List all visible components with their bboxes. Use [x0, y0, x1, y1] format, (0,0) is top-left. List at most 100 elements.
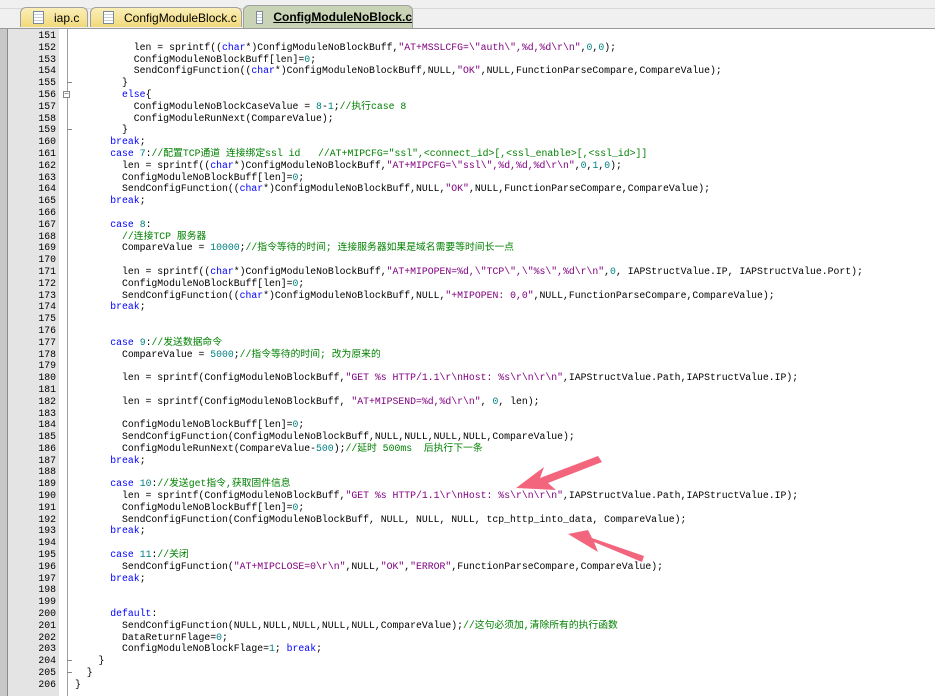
code-line[interactable]: 172 ConfigModuleNoBlockBuff[len]=0;	[0, 278, 935, 290]
code-line[interactable]: 173 SendConfigFunction((char*)ConfigModu…	[0, 290, 935, 302]
code-content[interactable]: break;	[75, 455, 145, 467]
code-content[interactable]: case 10://发送get指令,获取固件信息	[75, 478, 290, 490]
code-content[interactable]: case 7://配置TCP通道 连接绑定ssl id //AT+MIPCFG=…	[75, 148, 647, 160]
code-content[interactable]: ConfigModuleNoBlockBuff[len]=0;	[75, 419, 304, 431]
code-content[interactable]: SendConfigFunction((char*)ConfigModuleNo…	[75, 290, 775, 302]
code-line[interactable]: 156− else{	[0, 89, 935, 101]
code-line[interactable]: 160 break;	[0, 136, 935, 148]
code-line[interactable]: 167 case 8:	[0, 219, 935, 231]
code-line[interactable]: 158 ConfigModuleRunNext(CompareValue);	[0, 113, 935, 125]
code-line[interactable]: 201 SendConfigFunction(NULL,NULL,NULL,NU…	[0, 620, 935, 632]
code-content[interactable]: }	[75, 124, 128, 136]
code-line[interactable]: 171 len = sprintf((char*)ConfigModuleNoB…	[0, 266, 935, 278]
code-line[interactable]: 174 break;	[0, 301, 935, 313]
code-line[interactable]: 176	[0, 325, 935, 337]
code-line[interactable]: 164 SendConfigFunction((char*)ConfigModu…	[0, 183, 935, 195]
code-line[interactable]: 161 case 7://配置TCP通道 连接绑定ssl id //AT+MIP…	[0, 148, 935, 160]
code-line[interactable]: 165 break;	[0, 195, 935, 207]
code-content[interactable]: }	[75, 667, 93, 679]
code-content[interactable]: break;	[75, 573, 145, 585]
code-content[interactable]: SendConfigFunction("AT+MIPCLOSE=0\r\n",N…	[75, 561, 663, 573]
code-line[interactable]: 154 SendConfigFunction((char*)ConfigModu…	[0, 65, 935, 77]
code-line[interactable]: 168 //连接TCP 服务器	[0, 231, 935, 243]
code-line[interactable]: 197 break;	[0, 573, 935, 585]
code-line[interactable]: 166	[0, 207, 935, 219]
code-content[interactable]: ConfigModuleNoBlockBuff[len]=0;	[75, 502, 304, 514]
code-line[interactable]: 191 ConfigModuleNoBlockBuff[len]=0;	[0, 502, 935, 514]
code-content[interactable]: len = sprintf(ConfigModuleNoBlockBuff,"G…	[75, 372, 798, 384]
code-content[interactable]: SendConfigFunction(ConfigModuleNoBlockBu…	[75, 514, 686, 526]
code-content[interactable]: DataReturnFlage=0;	[75, 632, 228, 644]
code-content[interactable]: len = sprintf(ConfigModuleNoBlockBuff, "…	[75, 396, 539, 408]
code-content[interactable]: else{	[75, 89, 151, 101]
code-line[interactable]: 189 case 10://发送get指令,获取固件信息	[0, 478, 935, 490]
code-content[interactable]: len = sprintf((char*)ConfigModuleNoBlock…	[75, 42, 616, 54]
code-line[interactable]: 151	[0, 30, 935, 42]
code-content[interactable]: }	[75, 655, 105, 667]
code-line[interactable]: 202 DataReturnFlage=0;	[0, 632, 935, 644]
code-content[interactable]: case 9://发送数据命令	[75, 337, 222, 349]
code-line[interactable]: 182 len = sprintf(ConfigModuleNoBlockBuf…	[0, 396, 935, 408]
code-content[interactable]: SendConfigFunction(ConfigModuleNoBlockBu…	[75, 431, 575, 443]
code-content[interactable]: ConfigModuleNoBlockBuff[len]=0;	[75, 172, 304, 184]
code-line[interactable]: 187 break;	[0, 455, 935, 467]
code-line[interactable]: 162 len = sprintf((char*)ConfigModuleNoB…	[0, 160, 935, 172]
code-line[interactable]: 190 len = sprintf(ConfigModuleNoBlockBuf…	[0, 490, 935, 502]
code-content[interactable]: case 8:	[75, 219, 151, 231]
code-line[interactable]: 205 }	[0, 667, 935, 679]
code-content[interactable]: ConfigModuleRunNext(CompareValue-500);//…	[75, 443, 483, 455]
code-content[interactable]: break;	[75, 195, 145, 207]
fold-collapse-icon[interactable]: −	[63, 90, 70, 98]
code-line[interactable]: 152 len = sprintf((char*)ConfigModuleNoB…	[0, 42, 935, 54]
code-line[interactable]: 170	[0, 254, 935, 266]
code-lines[interactable]: 151 152 len = sprintf((char*)ConfigModule…	[0, 30, 935, 691]
code-line[interactable]: 157 ConfigModuleNoBlockCaseValue = 8-1;/…	[0, 101, 935, 113]
code-line[interactable]: 175	[0, 313, 935, 325]
tab-configmodulenoblock-c[interactable]: ConfigModuleNoBlock.c	[243, 5, 413, 28]
code-line[interactable]: 185 SendConfigFunction(ConfigModuleNoBlo…	[0, 431, 935, 443]
code-content[interactable]: }	[75, 77, 128, 89]
code-content[interactable]: break;	[75, 136, 145, 148]
code-content[interactable]: len = sprintf(ConfigModuleNoBlockBuff,"G…	[75, 490, 798, 502]
code-content[interactable]: CompareValue = 5000;//指令等待的时间; 改为原来的	[75, 349, 381, 361]
code-content[interactable]: SendConfigFunction((char*)ConfigModuleNo…	[75, 65, 722, 77]
tab-iap-c[interactable]: iap.c	[20, 7, 88, 27]
code-content[interactable]: ConfigModuleNoBlockBuff[len]=0;	[75, 54, 316, 66]
code-content[interactable]: ConfigModuleNoBlockCaseValue = 8-1;//执行c…	[75, 101, 406, 113]
code-line[interactable]: 163 ConfigModuleNoBlockBuff[len]=0;	[0, 172, 935, 184]
code-editor[interactable]: 151 152 len = sprintf((char*)ConfigModule…	[0, 29, 935, 696]
code-line[interactable]: 181	[0, 384, 935, 396]
code-content[interactable]: ConfigModuleNoBlockBuff[len]=0;	[75, 278, 304, 290]
code-line[interactable]: 178 CompareValue = 5000;//指令等待的时间; 改为原来的	[0, 349, 935, 361]
code-line[interactable]: 159 }	[0, 124, 935, 136]
code-line[interactable]: 153 ConfigModuleNoBlockBuff[len]=0;	[0, 54, 935, 66]
code-line[interactable]: 184 ConfigModuleNoBlockBuff[len]=0;	[0, 419, 935, 431]
code-line[interactable]: 192 SendConfigFunction(ConfigModuleNoBlo…	[0, 514, 935, 526]
code-content[interactable]: SendConfigFunction(NULL,NULL,NULL,NULL,N…	[75, 620, 618, 632]
code-line[interactable]: 194	[0, 537, 935, 549]
code-line[interactable]: 193 break;	[0, 525, 935, 537]
code-content[interactable]: len = sprintf((char*)ConfigModuleNoBlock…	[75, 160, 622, 172]
code-content[interactable]: CompareValue = 10000;//指令等待的时间; 连接服务器如果是…	[75, 242, 514, 254]
code-content[interactable]: SendConfigFunction((char*)ConfigModuleNo…	[75, 183, 710, 195]
code-line[interactable]: 179	[0, 360, 935, 372]
code-line[interactable]: 200 default:	[0, 608, 935, 620]
code-line[interactable]: 195 case 11://关闭	[0, 549, 935, 561]
code-line[interactable]: 199	[0, 596, 935, 608]
code-content[interactable]: case 11://关闭	[75, 549, 188, 561]
code-line[interactable]: 177 case 9://发送数据命令	[0, 337, 935, 349]
code-content[interactable]: }	[75, 679, 81, 691]
code-line[interactable]: 188	[0, 466, 935, 478]
code-line[interactable]: 155 }	[0, 77, 935, 89]
code-content[interactable]: len = sprintf((char*)ConfigModuleNoBlock…	[75, 266, 863, 278]
code-line[interactable]: 183	[0, 408, 935, 420]
code-content[interactable]: ConfigModuleRunNext(CompareValue);	[75, 113, 334, 125]
code-content[interactable]: break;	[75, 525, 145, 537]
code-line[interactable]: 180 len = sprintf(ConfigModuleNoBlockBuf…	[0, 372, 935, 384]
code-line[interactable]: 186 ConfigModuleRunNext(CompareValue-500…	[0, 443, 935, 455]
code-line[interactable]: 204 }	[0, 655, 935, 667]
code-line[interactable]: 203 ConfigModuleNoBlockFlage=1; break;	[0, 643, 935, 655]
code-content[interactable]: ConfigModuleNoBlockFlage=1; break;	[75, 643, 322, 655]
code-content[interactable]: default:	[75, 608, 157, 620]
code-line[interactable]: 196 SendConfigFunction("AT+MIPCLOSE=0\r\…	[0, 561, 935, 573]
